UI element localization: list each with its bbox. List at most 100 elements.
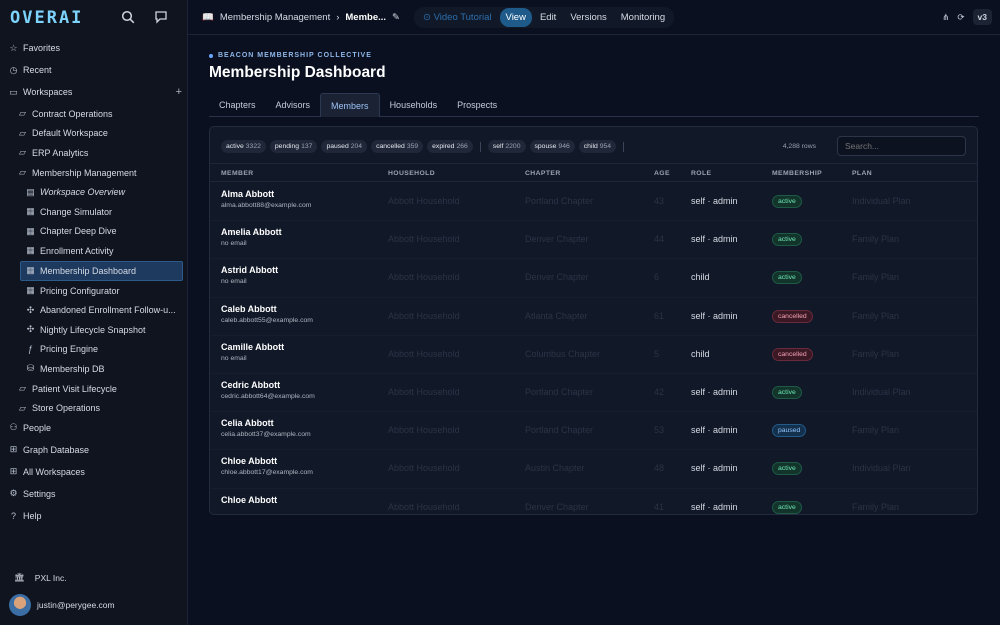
sidebar-item-recent[interactable]: ◷ Recent — [0, 60, 188, 80]
age-cell: 6 — [654, 272, 660, 283]
user-menu[interactable]: justin@perygee.com — [9, 594, 115, 616]
status-badge[interactable]: active — [772, 233, 802, 247]
tab-households[interactable]: Households — [380, 93, 448, 117]
filter-chip-paused[interactable]: paused 204 — [321, 140, 368, 153]
column-header[interactable]: PLAN — [852, 170, 872, 177]
version-badge[interactable]: v3 — [972, 9, 992, 25]
household-cell: Abbott Household — [388, 386, 460, 397]
table-row[interactable]: Chloe Abbott chloe.abbott17@example.com Ab… — [210, 450, 977, 489]
sidebar-item-workspaces[interactable]: ▭ Workspaces + — [0, 82, 188, 102]
status-dot — [209, 53, 213, 58]
role-cell: self · admin — [691, 386, 738, 397]
tab-prospects[interactable]: Prospects — [447, 93, 507, 117]
table-row[interactable]: Caleb Abbott caleb.abbott55@example.com Ab… — [210, 298, 977, 336]
org-switcher[interactable]: 🏛 PXL Inc. — [14, 572, 67, 583]
status-badge[interactable]: active — [772, 462, 802, 476]
tab-members[interactable]: Members — [320, 93, 380, 117]
member-email: caleb.abbott55@example.com — [221, 316, 313, 324]
filter-chip-child[interactable]: child 954 — [578, 140, 617, 153]
user-email: justin@perygee.com — [37, 600, 115, 610]
status-badge[interactable]: paused — [772, 424, 807, 438]
sidebar-item-all-workspaces[interactable]: ⊞ All Workspaces — [0, 462, 188, 482]
role-cell: self · admin — [691, 234, 738, 245]
table-row[interactable]: Celia Abbott celia.abbott37@example.com Ab… — [210, 412, 977, 451]
tab-view[interactable]: View — [499, 8, 532, 27]
status-badge[interactable]: cancelled — [772, 347, 813, 361]
status-badge[interactable]: cancelled — [772, 309, 813, 323]
sidebar-item-label: Graph Database — [23, 444, 90, 455]
workspace-child-item[interactable]: ▤ Workspace Overview — [0, 182, 188, 202]
workspace-child-label: Membership DB — [40, 363, 105, 374]
chat-icon[interactable] — [154, 10, 170, 26]
tab-chapters[interactable]: Chapters — [209, 93, 266, 117]
column-header[interactable]: CHAPTER — [525, 170, 561, 177]
filter-chip-expired[interactable]: expired 266 — [427, 140, 473, 153]
table-row[interactable]: Chloe Abbott Abbott Household Denver Chapt… — [210, 489, 977, 515]
divider — [479, 141, 481, 152]
workspace-item[interactable]: ▱ Contract Operations — [0, 104, 188, 124]
filter-chip-self[interactable]: self 2200 — [487, 140, 526, 153]
table-row[interactable]: Alma Abbott alma.abbott88@example.com Abbo… — [210, 183, 977, 222]
column-header[interactable]: MEMBER — [221, 170, 254, 177]
workspace-child-item[interactable]: ✣ Abandoned Enrollment Follow-u... — [0, 300, 188, 320]
plan-cell: Family Plan — [852, 272, 900, 283]
workspace-child-item[interactable]: ▦ Chapter Deep Dive — [0, 222, 188, 242]
workspace-item[interactable]: ▱ Default Workspace — [0, 124, 188, 144]
sidebar-item-graph-database[interactable]: ⊞ Graph Database — [0, 440, 188, 460]
add-workspace-icon[interactable]: + — [176, 86, 182, 98]
column-header[interactable]: AGE — [654, 170, 670, 177]
search-icon[interactable] — [121, 10, 137, 26]
workspace-item[interactable]: ▱ Patient Visit Lifecycle — [0, 379, 188, 399]
workspace-child-item[interactable]: ▦ Change Simulator — [0, 202, 188, 222]
column-header[interactable]: HOUSEHOLD — [388, 170, 435, 177]
filter-chip-pending[interactable]: pending 137 — [269, 140, 318, 153]
workspace-child-item[interactable]: ƒ Pricing Engine — [0, 340, 188, 360]
edit-pencil-icon[interactable]: ✎ — [392, 12, 400, 23]
tab-edit[interactable]: Edit — [534, 8, 562, 27]
workspace-child-item-active[interactable]: ▦ Membership Dashboard — [20, 260, 183, 281]
status-badge[interactable]: active — [772, 385, 802, 399]
workspace-child-item[interactable]: ▦ Enrollment Activity — [0, 241, 188, 261]
workspace-item[interactable]: ▱ Store Operations — [0, 398, 188, 418]
workspace-item[interactable]: ▱ ERP Analytics — [0, 143, 188, 163]
table-row[interactable]: Camille Abbott no email Abbott Household Co… — [210, 336, 977, 374]
sidebar-item-favorites[interactable]: ☆ Favorites — [0, 38, 188, 58]
table-row[interactable]: Astrid Abbott no email Abbott Household Den… — [210, 259, 977, 298]
refresh-icon[interactable]: ⟳ — [957, 12, 964, 23]
sidebar-item-label: All Workspaces — [23, 466, 85, 477]
tab-monitoring[interactable]: Monitoring — [615, 8, 671, 27]
table-row[interactable]: Cedric Abbott cedric.abbott64@example.com… — [210, 374, 977, 413]
tab-video-tutorial[interactable]: ⊙ Video Tutorial — [417, 8, 498, 27]
age-cell: 41 — [654, 501, 665, 512]
column-header[interactable]: ROLE — [691, 170, 711, 177]
sidebar-item-help[interactable]: ? Help — [0, 506, 188, 526]
workspace-label: Store Operations — [32, 403, 101, 414]
breadcrumb-parent[interactable]: Membership Management — [220, 12, 330, 23]
sidebar: OVERAI ☆ Favorites ◷ Recent ▭ Workspaces… — [0, 0, 188, 625]
status-badge[interactable]: active — [772, 271, 802, 285]
household-cell: Abbott Household — [388, 425, 460, 436]
filter-chip-cancelled[interactable]: cancelled 359 — [371, 140, 424, 153]
filter-chip-active[interactable]: active 3322 — [221, 140, 266, 153]
tab-label: Video Tutorial — [433, 12, 492, 23]
sidebar-item-label: Help — [23, 510, 42, 521]
tab-advisors[interactable]: Advisors — [266, 93, 321, 117]
status-badge[interactable]: active — [772, 500, 802, 514]
workspace-child-item[interactable]: ⛁ Membership DB — [0, 359, 188, 379]
column-header[interactable]: MEMBERSHIP — [772, 170, 822, 177]
chapter-cell: Austin Chapter — [525, 463, 585, 474]
share-icon[interactable]: ⋔ — [942, 12, 949, 23]
workspace-child-item[interactable]: ▦ Pricing Configurator — [0, 281, 188, 301]
workspace-item[interactable]: ▱ Membership Management — [0, 163, 188, 183]
chevron-right-icon: › — [336, 12, 340, 23]
tab-versions[interactable]: Versions — [564, 8, 612, 27]
chip-count: 266 — [456, 143, 468, 150]
search-input[interactable] — [837, 136, 966, 156]
filter-chip-spouse[interactable]: spouse 946 — [529, 140, 575, 153]
status-badge[interactable]: active — [772, 195, 802, 208]
sidebar-item-settings[interactable]: ⚙ Settings — [0, 484, 188, 504]
role-cell: self · admin — [691, 425, 738, 436]
table-row[interactable]: Amelia Abbott no email Abbott Household Den… — [210, 221, 977, 260]
sidebar-item-people[interactable]: ⚇ People — [0, 418, 188, 438]
workspace-child-item[interactable]: ✣ Nightly Lifecycle Snapshot — [0, 320, 188, 340]
